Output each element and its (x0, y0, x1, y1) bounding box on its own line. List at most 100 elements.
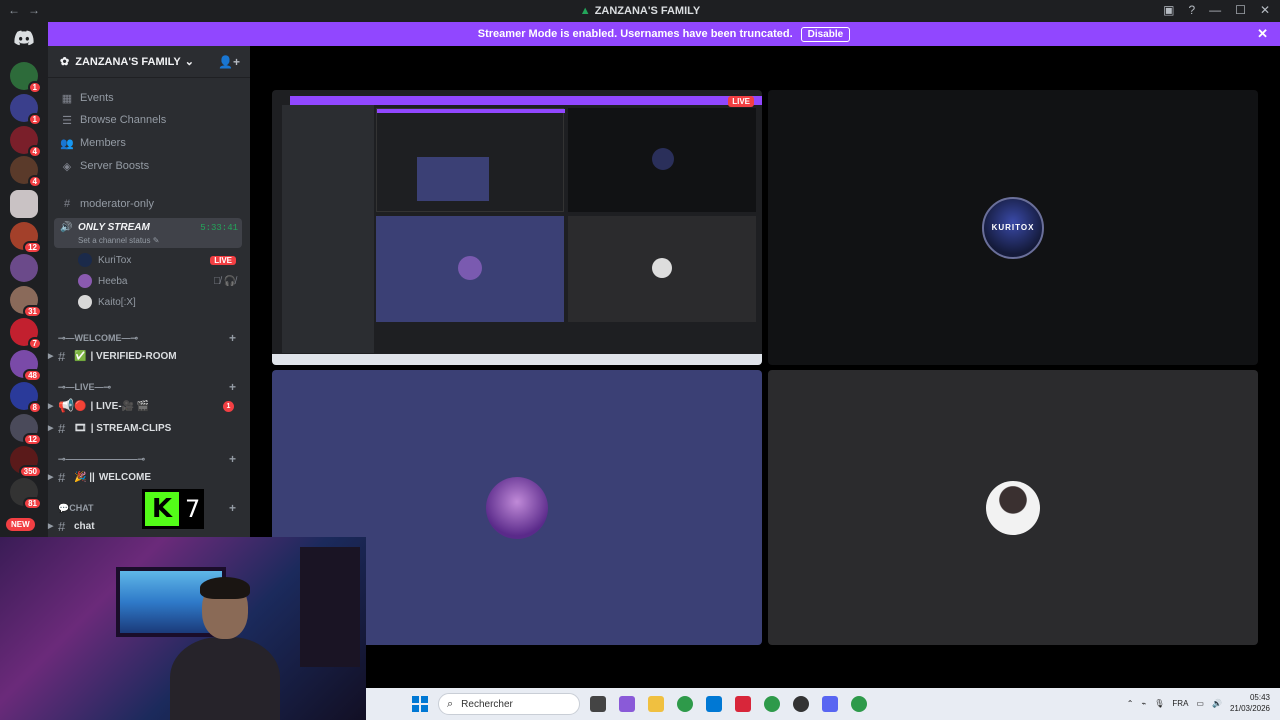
caret-icon: ▶ (48, 474, 54, 481)
close-banner-icon[interactable]: ✕ (1257, 26, 1268, 42)
chrome-profile-icon[interactable] (764, 696, 780, 712)
task-view-icon[interactable] (590, 696, 606, 712)
guild-icon[interactable]: 12 (10, 414, 42, 446)
guild-badge: 1 (27, 113, 42, 126)
guild-icon[interactable]: 31 (10, 286, 42, 318)
title-bar: ←→ ▲ ZANZANA'S FAMILY ▣ ? — ☐ ✕ (0, 0, 1280, 22)
file-explorer-icon[interactable] (648, 696, 664, 712)
add-channel-icon[interactable]: + (229, 501, 236, 515)
mic-icon[interactable]: 🎙 (1154, 699, 1164, 708)
discord-home-icon[interactable] (10, 24, 38, 52)
guild-icon[interactable]: 81 (10, 478, 42, 510)
channel-stream-clips[interactable]: ▶ # 🎞 | STREAM-CLIPS (48, 418, 246, 438)
discord-taskbar-icon[interactable] (822, 696, 838, 712)
close-window-icon[interactable]: ✕ (1260, 3, 1270, 17)
guild-icon[interactable]: 48 (10, 350, 42, 382)
voice-user[interactable]: Heeba 🎙̸ 🎧̸ (78, 271, 242, 291)
server-name: ZANZANA'S FAMILY (75, 55, 181, 68)
copilot-icon[interactable] (619, 696, 635, 712)
guild-badge: 350 (18, 465, 42, 478)
store-icon[interactable] (706, 696, 722, 712)
menu-label: Browse Channels (80, 114, 167, 126)
guild-icon[interactable]: 12 (10, 222, 42, 254)
channel-verified-room[interactable]: ▶ # ✅ | VERIFIED-ROOM (48, 346, 246, 366)
user-tile-kaito[interactable] (768, 370, 1258, 645)
nested-banner (290, 96, 762, 105)
guild-icon[interactable]: 7 (10, 318, 42, 350)
monitor-icon[interactable]: ▭ (1196, 699, 1204, 708)
live-badge: LIVE (210, 255, 236, 265)
guild-icon[interactable]: 350 (10, 446, 42, 478)
server-header[interactable]: ✿ ZANZANA'S FAMILY ⌄ 👤+ (48, 46, 250, 78)
channel-emoji: 🎉 || (74, 471, 95, 483)
maximize-icon[interactable]: ☐ (1235, 3, 1246, 17)
voice-user-name: KuriTox (98, 254, 132, 266)
channel-status[interactable]: Set a channel status ✎ (78, 236, 159, 245)
obs-icon[interactable] (793, 696, 809, 712)
user-tile-kuritox[interactable]: KURITOX (768, 90, 1258, 365)
channel-name: chat (74, 520, 95, 532)
window-controls: ▣ ? — ☐ ✕ (1163, 3, 1270, 17)
volume-icon[interactable]: 🔊 (1212, 699, 1222, 708)
avatar-logo-text: KURITOX (991, 223, 1035, 232)
menu-server-boosts[interactable]: ◈ Server Boosts (56, 156, 246, 176)
boost-icon: ◈ (62, 160, 72, 173)
server-icon: ▲ (579, 5, 591, 17)
add-channel-icon[interactable]: + (229, 331, 236, 345)
chevron-up-icon[interactable]: ⌃ (1127, 699, 1134, 708)
banner-text: Streamer Mode is enabled. Usernames have… (477, 28, 793, 40)
inbox-icon[interactable]: ▣ (1163, 3, 1174, 17)
network-icon[interactable]: ⌁ (1141, 699, 1146, 708)
menu-browse-channels[interactable]: ☰ Browse Channels (56, 110, 246, 130)
minimize-icon[interactable]: — (1209, 3, 1221, 17)
nested-heeba-tile (376, 216, 564, 322)
add-channel-icon[interactable]: + (229, 380, 236, 394)
invite-icon[interactable]: 👤+ (218, 55, 240, 69)
kick-follower-overlay: K 7 (142, 489, 204, 529)
disable-button[interactable]: Disable (800, 26, 851, 42)
taskbar-search[interactable]: ⌕ Rechercher (438, 693, 580, 715)
help-icon[interactable]: ? (1188, 3, 1195, 17)
avatar (78, 253, 92, 267)
category-header[interactable]: ⊸—LIVE—⊸ + (58, 380, 244, 394)
kick-logo-icon: K (145, 492, 179, 526)
category-header[interactable]: ⊸—WELCOME—⊸ + (58, 331, 244, 345)
voice-channel-only-stream[interactable]: 🔊 ONLY STREAM 5:33:41 Set a channel stat… (54, 218, 242, 248)
add-channel-icon[interactable]: + (229, 452, 236, 466)
windows-taskbar: ⌕ Rechercher ⌃ ⌁ 🎙 FRA ▭ 🔊 05:43 21/03/2… (366, 688, 1280, 720)
menu-label: Events (80, 92, 114, 104)
avatar (486, 476, 548, 539)
channel-name: WELCOME (98, 471, 152, 483)
clock[interactable]: 05:43 21/03/2026 (1230, 692, 1270, 714)
channel-name: moderator-only (80, 198, 154, 210)
kick-count: 7 (185, 495, 201, 523)
channel-live[interactable]: ▶ 📢 🔴 | LIVE-🎥 🎬 1 (48, 396, 246, 416)
guild-icon[interactable]: 4 (10, 156, 42, 188)
menu-label: Members (80, 137, 126, 149)
category-label: CHAT (69, 503, 94, 513)
category-header[interactable]: ⊸————————⊸ + (58, 452, 244, 466)
guild-icon[interactable]: 4 (10, 126, 42, 158)
browse-icon: ☰ (62, 114, 72, 127)
channel-moderator-only[interactable]: # moderator-only (56, 194, 246, 214)
window-title: ▲ ZANZANA'S FAMILY (0, 5, 1280, 17)
language-indicator[interactable]: FRA (1172, 699, 1188, 708)
calendar-icon: ▦ (61, 92, 73, 105)
menu-members[interactable]: 👥 Members (56, 133, 246, 153)
guild-icon[interactable] (10, 254, 38, 282)
guild-icon[interactable]: 1 (10, 62, 42, 94)
guild-icon[interactable]: 8 (10, 382, 42, 414)
voice-user[interactable]: KuriTox LIVE (78, 250, 242, 270)
guild-icon[interactable]: 1 (10, 94, 42, 126)
stream-tile-kuritox[interactable]: LIVE (272, 90, 762, 365)
windows-start-icon[interactable] (412, 696, 428, 712)
guild-icon[interactable] (10, 190, 38, 218)
voice-user[interactable]: Kaito[:X] (78, 292, 242, 312)
menu-events[interactable]: ▦ Events (56, 88, 246, 108)
caret-icon: ▶ (48, 425, 54, 432)
chrome-alt-icon[interactable] (851, 696, 867, 712)
chrome-icon[interactable] (677, 696, 693, 712)
new-pill[interactable]: NEW (6, 518, 35, 531)
wps-icon[interactable] (735, 696, 751, 712)
channel-welcome[interactable]: ▶ # 🎉 || WELCOME (48, 467, 246, 487)
